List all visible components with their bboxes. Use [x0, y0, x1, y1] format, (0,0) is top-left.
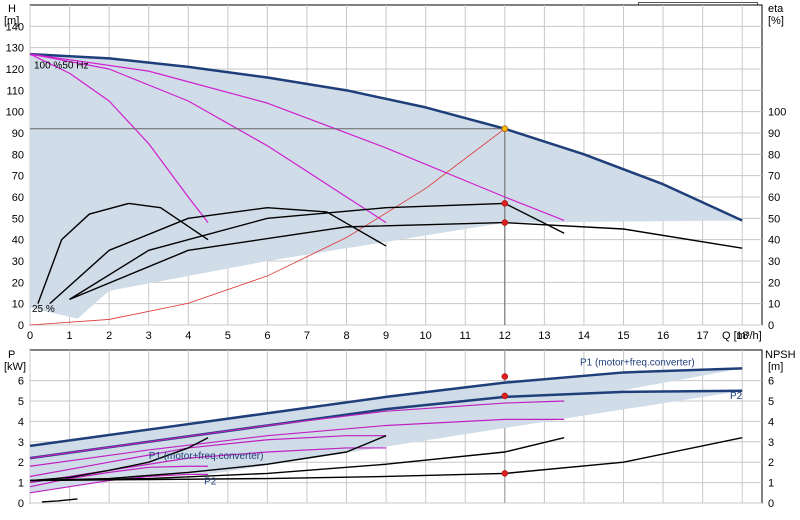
duty-marker	[501, 200, 509, 207]
y2-axis-label: NPSH	[765, 349, 796, 361]
x-tick-label: 9	[383, 330, 389, 342]
y2-tick-label: 5	[768, 396, 774, 408]
duty-marker	[501, 219, 509, 226]
series-label: P1 (motor+freq.converter)	[149, 451, 264, 462]
duty-marker	[501, 373, 509, 380]
y-tick-label: 1	[18, 478, 24, 490]
y-axis-unit: [m]	[4, 15, 19, 27]
x-tick-label: 8	[343, 330, 349, 342]
x-tick-label: 17	[697, 330, 709, 342]
series-label: P2	[204, 477, 217, 488]
x-tick-label: 14	[578, 330, 590, 342]
y2-tick-label: 10	[768, 299, 780, 311]
y-tick-label: 30	[12, 256, 24, 268]
y2-tick-label: 70	[768, 171, 780, 183]
y-tick-label: 20	[12, 277, 24, 289]
y2-tick-label: 100	[768, 107, 786, 119]
y-axis-unit: [kW]	[4, 361, 26, 373]
series-label: P1 (motor+freq.converter)	[580, 357, 695, 368]
y-tick-label: 0	[18, 498, 24, 510]
y2-tick-label: 6	[768, 376, 774, 388]
y-tick-label: 40	[12, 235, 24, 247]
x-tick-label: 0	[27, 330, 33, 342]
series-label: P2	[730, 391, 743, 402]
x-tick-label: 6	[264, 330, 270, 342]
y2-tick-label: 0	[768, 320, 774, 332]
x-tick-label: 4	[185, 330, 191, 342]
y-tick-label: 4	[18, 416, 24, 428]
y-tick-label: 120	[6, 64, 24, 76]
y2-tick-label: 40	[768, 235, 780, 247]
x-tick-label: 5	[225, 330, 231, 342]
x-tick-label: 13	[538, 330, 550, 342]
y2-tick-label: 3	[768, 437, 774, 449]
x-tick-label: 2	[106, 330, 112, 342]
x-tick-label: 1	[67, 330, 73, 342]
duty-marker	[501, 470, 509, 477]
y-tick-label: 2	[18, 457, 24, 469]
pump-curve-chart: Hydro MPC-F 4 CRI 3-19 01020304050607080…	[0, 0, 800, 520]
y-axis-label: P	[8, 349, 15, 361]
y-tick-label: 130	[6, 43, 24, 55]
y2-tick-label: 80	[768, 149, 780, 161]
y2-tick-label: 30	[768, 256, 780, 268]
y2-tick-label: 1	[768, 478, 774, 490]
y2-tick-label: 0	[768, 498, 774, 510]
y-tick-label: 90	[12, 128, 24, 140]
annotation: 25 %	[32, 304, 55, 315]
x-tick-label: 16	[657, 330, 669, 342]
x-tick-label: 3	[146, 330, 152, 342]
y-tick-label: 6	[18, 376, 24, 388]
y-tick-label: 100	[6, 107, 24, 119]
x-tick-label: 12	[499, 330, 511, 342]
y-tick-label: 80	[12, 149, 24, 161]
y2-tick-label: 60	[768, 192, 780, 204]
y2-tick-label: 20	[768, 277, 780, 289]
y-tick-label: 5	[18, 396, 24, 408]
chart-canvas: 0102030405060708090100110120130140010203…	[4, 3, 796, 510]
y-tick-label: 0	[18, 320, 24, 332]
y-tick-label: 3	[18, 437, 24, 449]
y2-axis-unit: [m]	[768, 361, 783, 373]
duty-marker	[501, 392, 509, 400]
y2-tick-label: 4	[768, 416, 774, 428]
y2-axis-unit: [%]	[768, 15, 784, 27]
duty-marker	[501, 125, 509, 132]
y2-tick-label: 2	[768, 457, 774, 469]
y2-tick-label: 90	[768, 128, 780, 140]
x-tick-label: 10	[420, 330, 432, 342]
y-tick-label: 70	[12, 171, 24, 183]
y2-axis-label: eta	[768, 3, 784, 15]
y-tick-label: 60	[12, 192, 24, 204]
x-tick-label: 7	[304, 330, 310, 342]
x-tick-label: 15	[617, 330, 629, 342]
y-tick-label: 50	[12, 213, 24, 225]
y2-tick-label: 50	[768, 213, 780, 225]
x-axis-label: Q [m³/h]	[722, 330, 762, 342]
annotation: 100 %50 Hz	[34, 61, 88, 72]
y-tick-label: 10	[12, 299, 24, 311]
y-tick-label: 110	[6, 85, 24, 97]
y-axis-label: H	[8, 3, 16, 15]
x-tick-label: 11	[460, 330, 471, 342]
